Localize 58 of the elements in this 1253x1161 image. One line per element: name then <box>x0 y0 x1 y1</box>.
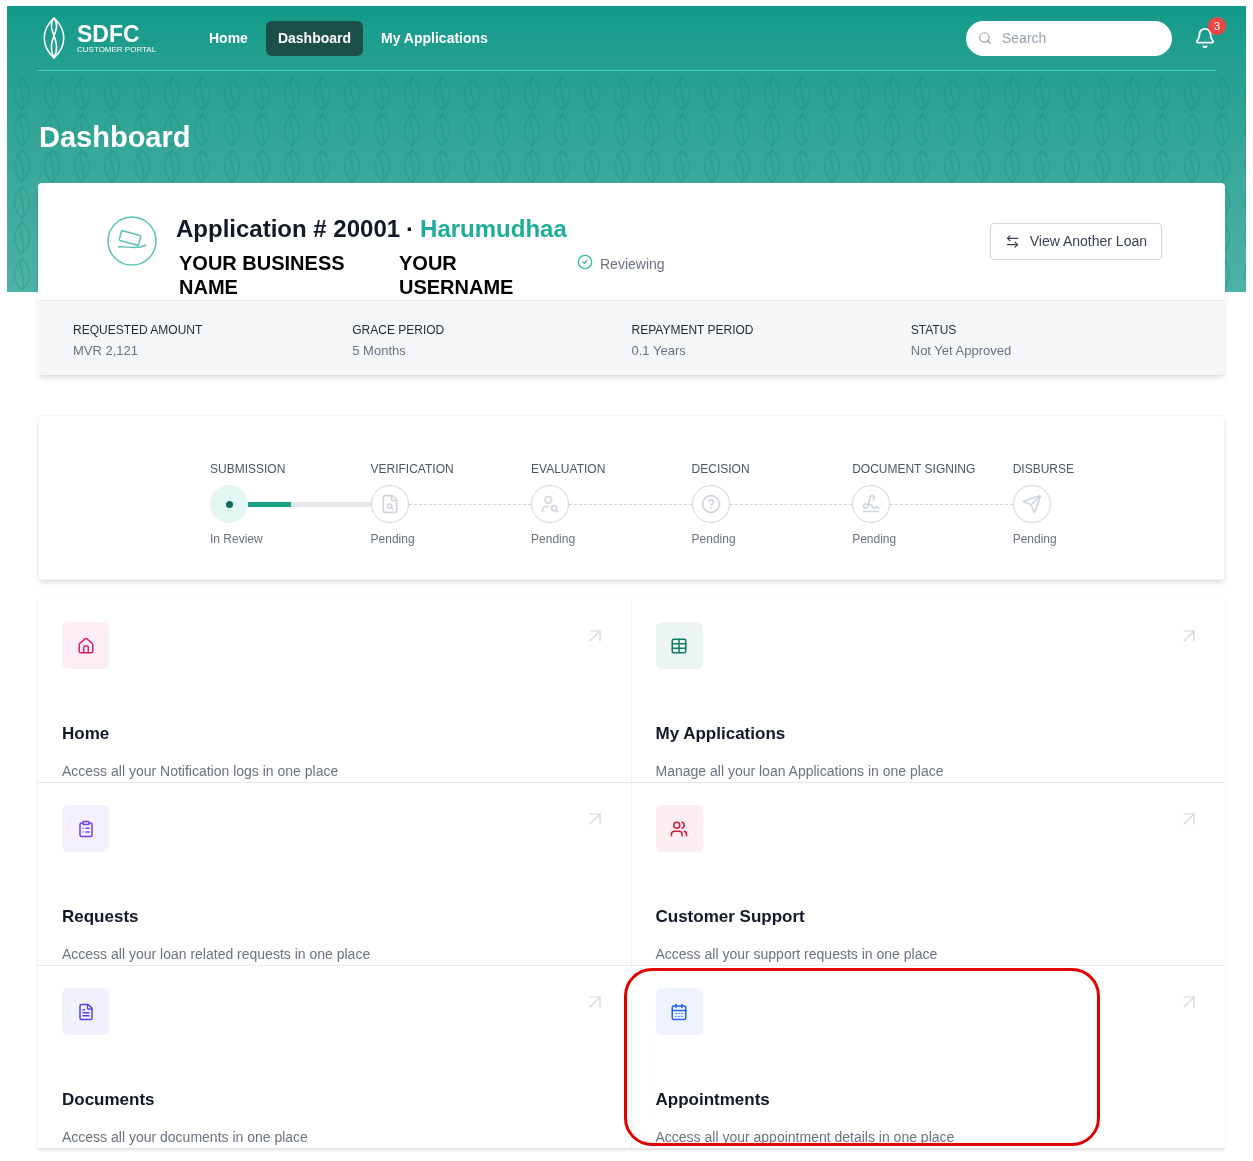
tile-title: Requests <box>62 906 139 928</box>
check-circle-icon <box>577 254 593 270</box>
field-label: REQUESTED AMOUNT <box>73 322 203 339</box>
step-status: In Review <box>210 531 263 548</box>
tile-description: Access all your documents in one place <box>62 1127 308 1147</box>
view-another-loan-button[interactable]: View Another Loan <box>989 223 1162 260</box>
notification-count: 3 <box>1208 17 1226 35</box>
dashboard-tile[interactable]: Requests Access all your loan related requests in one place <box>38 783 632 966</box>
step-icon <box>861 494 882 514</box>
field-label: STATUS <box>910 322 957 339</box>
tile-title: Documents <box>62 1089 155 1111</box>
step-label: EVALUATION <box>531 461 606 478</box>
field-value: Not Yet Approved <box>910 342 1012 360</box>
tile-description: Access all your support requests in one place <box>655 944 938 964</box>
step-label: SUBMISSION <box>210 461 286 478</box>
step-label: DOCUMENT SIGNING <box>852 461 976 478</box>
field-label: GRACE PERIOD <box>352 322 445 339</box>
step-status: Pending <box>691 531 736 548</box>
dashboard-tile[interactable]: Customer Support Access all your support requests in one place <box>631 783 1225 966</box>
step-status: Pending <box>852 531 897 548</box>
notification-bell-icon[interactable] <box>1194 27 1216 49</box>
brand-name: SDFC <box>77 22 141 46</box>
step-icon <box>540 494 561 514</box>
applicant-name: Harumudhaa <box>420 214 567 244</box>
step-label: VERIFICATION <box>370 461 454 478</box>
dashboard-tile[interactable]: Documents Access all your documents in one place <box>38 966 632 1149</box>
tile-title: Appointments <box>655 1089 770 1111</box>
step-icon <box>700 494 721 514</box>
status-label: Reviewing <box>600 255 665 274</box>
nav-tab[interactable]: Dashboard <box>265 20 364 56</box>
step-icon <box>1021 494 1042 514</box>
tile-description: Access all your Notification logs in one place <box>62 761 339 781</box>
search-icon <box>978 30 992 45</box>
field-label: REPAYMENT PERIOD <box>631 322 754 339</box>
dashboard-tile[interactable]: My Applications Manage all your loan Applications in one place <box>631 600 1225 783</box>
page-title: Dashboard <box>39 120 191 155</box>
step-label: DECISION <box>691 461 750 478</box>
brand-tagline: CUSTOMER PORTAL <box>77 45 157 54</box>
username: YOUR USERNAME <box>399 251 515 299</box>
tile-description: Access all your loan related requests in one place <box>62 944 371 964</box>
search-field[interactable]: Search <box>966 20 1172 56</box>
tile-title: My Applications <box>655 723 786 745</box>
field-value: 0.1 Years <box>631 342 686 360</box>
separator-dot: · <box>406 214 415 244</box>
tile-title: Home <box>62 723 110 745</box>
tile-description: Manage all your loan Applications in one place <box>655 761 944 781</box>
money-hand-icon <box>106 215 158 267</box>
step-label: DISBURSE <box>1012 461 1074 478</box>
tile-title: Customer Support <box>655 906 805 928</box>
step-status: Pending <box>1012 531 1057 548</box>
field-value: 5 Months <box>352 342 406 360</box>
step-status: Pending <box>370 531 415 548</box>
field-value: MVR 2,121 <box>73 342 139 360</box>
step-status: Pending <box>531 531 576 548</box>
swap-icon <box>1004 234 1020 249</box>
business-name: YOUR BUSINESS NAME <box>179 251 346 299</box>
application-number: Application # 20001 <box>176 214 401 244</box>
dashboard-tile[interactable]: Home Access all your Notification logs in one place <box>38 600 632 783</box>
